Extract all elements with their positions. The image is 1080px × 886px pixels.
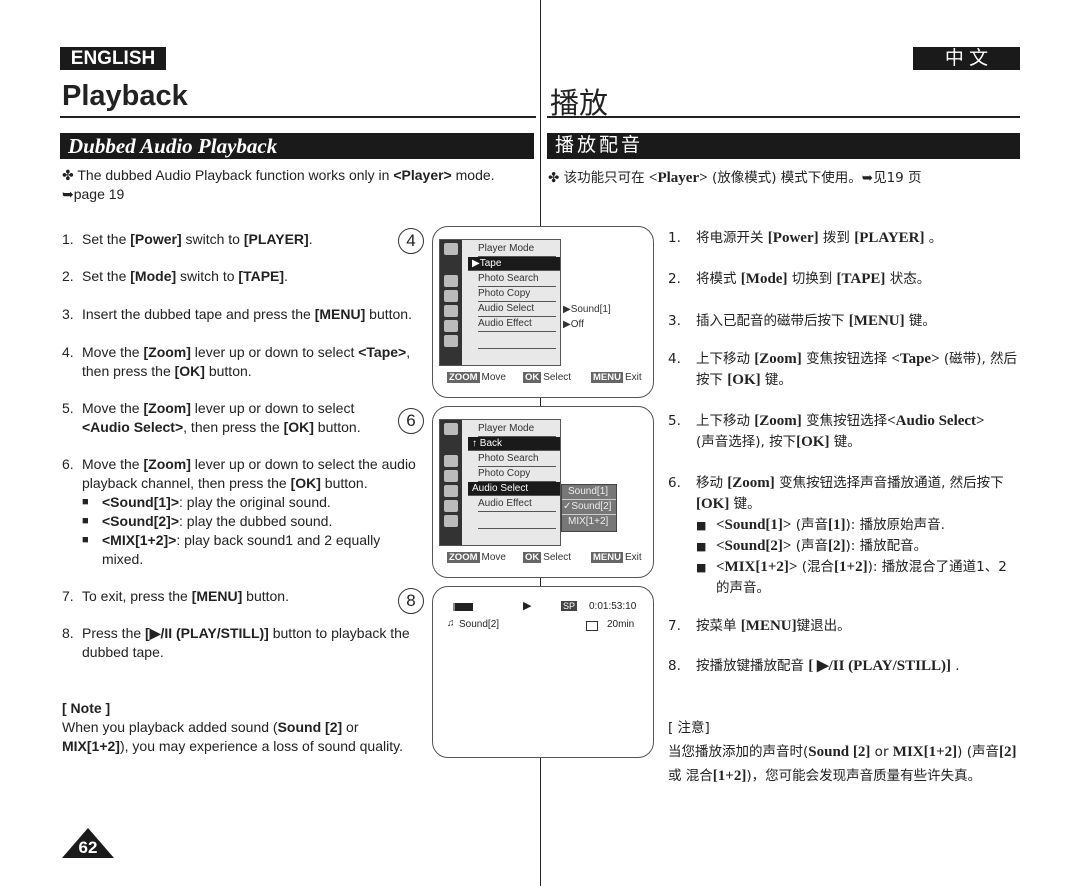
step-zh-5: 5. 上下移动 [Zoom] 变焦按钮选择<Audio Select> (声音选择…: [668, 413, 985, 450]
menu-item-audio-select[interactable]: Audio Select: [468, 482, 560, 496]
card-icon: [444, 305, 458, 317]
tape-icon: [444, 455, 458, 467]
bullet-zh-sound2: ■ <Sound[2]> (声音[2]): 播放配音。: [696, 538, 928, 554]
title-rule-zh: [547, 116, 1020, 118]
note-text-en: When you playback added sound (Sound [2]…: [62, 719, 403, 754]
menu-item-back[interactable]: ↑ Back: [468, 437, 560, 451]
sound-status: Sound[2]: [459, 619, 500, 630]
title-rule-en: [60, 116, 536, 118]
playback-screen: ▶ SP 0:01:53:10 ♫ Sound[2] 20min: [432, 586, 654, 758]
intro-zh: ✤ 该功能只可在 <Player> (放像模式) 模式下使用。➥见19 页: [548, 170, 922, 186]
music-note-icon: ♫: [447, 618, 455, 629]
bullet-mix: ■ <MIX[1+2]>: play back sound1 and 2 equa…: [82, 532, 381, 567]
section-title-zh: 播放配音: [547, 133, 1020, 159]
tape-icon: [444, 275, 458, 287]
tv-icon: [444, 500, 458, 512]
option-mix[interactable]: MIX[1+2]: [562, 515, 616, 529]
lang-badge-chinese: 中 文: [913, 47, 1020, 70]
menu-item-photo-search[interactable]: Photo Search: [478, 272, 556, 287]
sp-mode-badge: SP: [561, 601, 578, 611]
step-en-6: 6. Move the [Zoom] lever up or down to se…: [62, 455, 430, 569]
camera-icon: [444, 470, 458, 482]
step-marker-8: 8: [398, 588, 424, 614]
option-sound2[interactable]: ✓Sound[2]: [562, 500, 616, 515]
menu-item-player-mode: Player Mode: [478, 422, 556, 437]
page-title-en: Playback: [62, 80, 188, 112]
tv-icon: [444, 320, 458, 332]
audio-select-value: ▶Sound[1]: [563, 304, 611, 315]
step-en-1: 1. Set the [Power] switch to [PLAYER].: [62, 231, 313, 247]
note-title-zh: [ 注意]: [668, 720, 710, 736]
step-zh-6: 6. 移动 [Zoom] 变焦按钮选择声音播放通道, 然后按下[OK] 键。 ■ <…: [668, 473, 1018, 599]
menu-panel: Player Mode ↑ Back Photo Search Photo Co…: [439, 419, 561, 546]
menu-item-audio-effect[interactable]: Audio Effect: [478, 317, 556, 332]
step-en-5: 5. Move the [Zoom] lever up or down to se…: [62, 400, 361, 435]
player-icon: [444, 423, 458, 435]
menu-panel: Player Mode ▶Tape Photo Search Photo Cop…: [439, 239, 561, 366]
bullet-sound2: ■ <Sound[2]>: play the dubbed sound.: [82, 513, 333, 529]
step-zh-2: 2. 将模式 [Mode] 切换到 [TAPE] 状态。: [668, 271, 931, 287]
timecode: 0:01:53:10: [589, 601, 637, 612]
step-zh-4: 4. 上下移动 [Zoom] 变焦按钮选择 <Tape> (磁带), 然后按下 […: [668, 351, 1018, 388]
remaining-time: 20min: [607, 619, 635, 630]
bullet-zh-sound1: ■ <Sound[1]> (声音[1]): 播放原始声音.: [696, 517, 945, 533]
battery-icon: [453, 603, 473, 611]
step-marker-4: 4: [398, 228, 424, 254]
menu-screen-audio-select: Player Mode ↑ Back Photo Search Photo Co…: [432, 406, 654, 578]
menu-item-player-mode: Player Mode: [478, 242, 556, 257]
menu-item-photo-search[interactable]: Photo Search: [478, 452, 556, 467]
camera-icon: [444, 290, 458, 302]
note-text-zh: 当您播放添加的声音时(Sound [2] or MIX[1+2]) (声音[2]…: [668, 744, 1017, 784]
section-title-en: Dubbed Audio Playback: [60, 133, 534, 159]
step-en-4: 4. Move the [Zoom] lever up or down to se…: [62, 344, 411, 379]
step-marker-6: 6: [398, 408, 424, 434]
step-en-3: 3. Insert the dubbed tape and press the […: [62, 306, 412, 322]
option-sound1[interactable]: Sound[1]: [562, 485, 616, 500]
bullet-sound1: ■ <Sound[1]>: play the original sound.: [82, 494, 331, 510]
manual-page: ENGLISH 中 文 Playback 播放 Dubbed Audio Pla…: [0, 0, 1080, 886]
tape-icon: [586, 621, 598, 631]
menu-item-photo-copy[interactable]: Photo Copy: [478, 467, 556, 482]
intro-en: ✤ The dubbed Audio Playback function wor…: [62, 167, 495, 202]
card-icon: [444, 485, 458, 497]
gear-icon: [444, 515, 458, 527]
note-title-en: [ Note ]: [62, 700, 111, 716]
audio-select-options: Sound[1] ✓Sound[2] MIX[1+2]: [561, 484, 617, 532]
menu-item-audio-effect[interactable]: Audio Effect: [478, 497, 556, 512]
step-en-2: 2. Set the [Mode] switch to [TAPE].: [62, 268, 288, 284]
step-zh-7: 7. 按菜单 [MENU]键退出。: [668, 618, 851, 634]
audio-effect-value: ▶Off: [563, 319, 584, 330]
player-icon: [444, 243, 458, 255]
step-en-7: 7. To exit, press the [MENU] button.: [62, 588, 289, 604]
bullet-zh-mix: ■ <MIX[1+2]> (混合[1+2]): 播放混合了通道1、2的声音。: [696, 559, 1007, 596]
play-icon: ▶: [523, 600, 532, 612]
step-zh-1: 1. 将电源开关 [Power] 拨到 [PLAYER] 。: [668, 230, 943, 246]
lang-badge-english: ENGLISH: [60, 47, 166, 70]
menu-screen-tape: Player Mode ▶Tape Photo Search Photo Cop…: [432, 226, 654, 398]
gear-icon: [444, 335, 458, 347]
step-en-8: 8. Press the [▶/II (PLAY/STILL)] button t…: [62, 625, 410, 660]
menu-item-audio-select[interactable]: Audio Select: [478, 302, 556, 317]
step-zh-8: 8. 按播放键播放配音 [ ▶/II (PLAY/STILL)] .: [668, 658, 960, 674]
page-number: 62: [78, 838, 98, 857]
menu-item-tape[interactable]: ▶Tape: [468, 257, 560, 271]
step-zh-3: 3. 插入已配音的磁带后按下 [MENU] 键。: [668, 313, 936, 329]
menu-item-photo-copy[interactable]: Photo Copy: [478, 287, 556, 302]
